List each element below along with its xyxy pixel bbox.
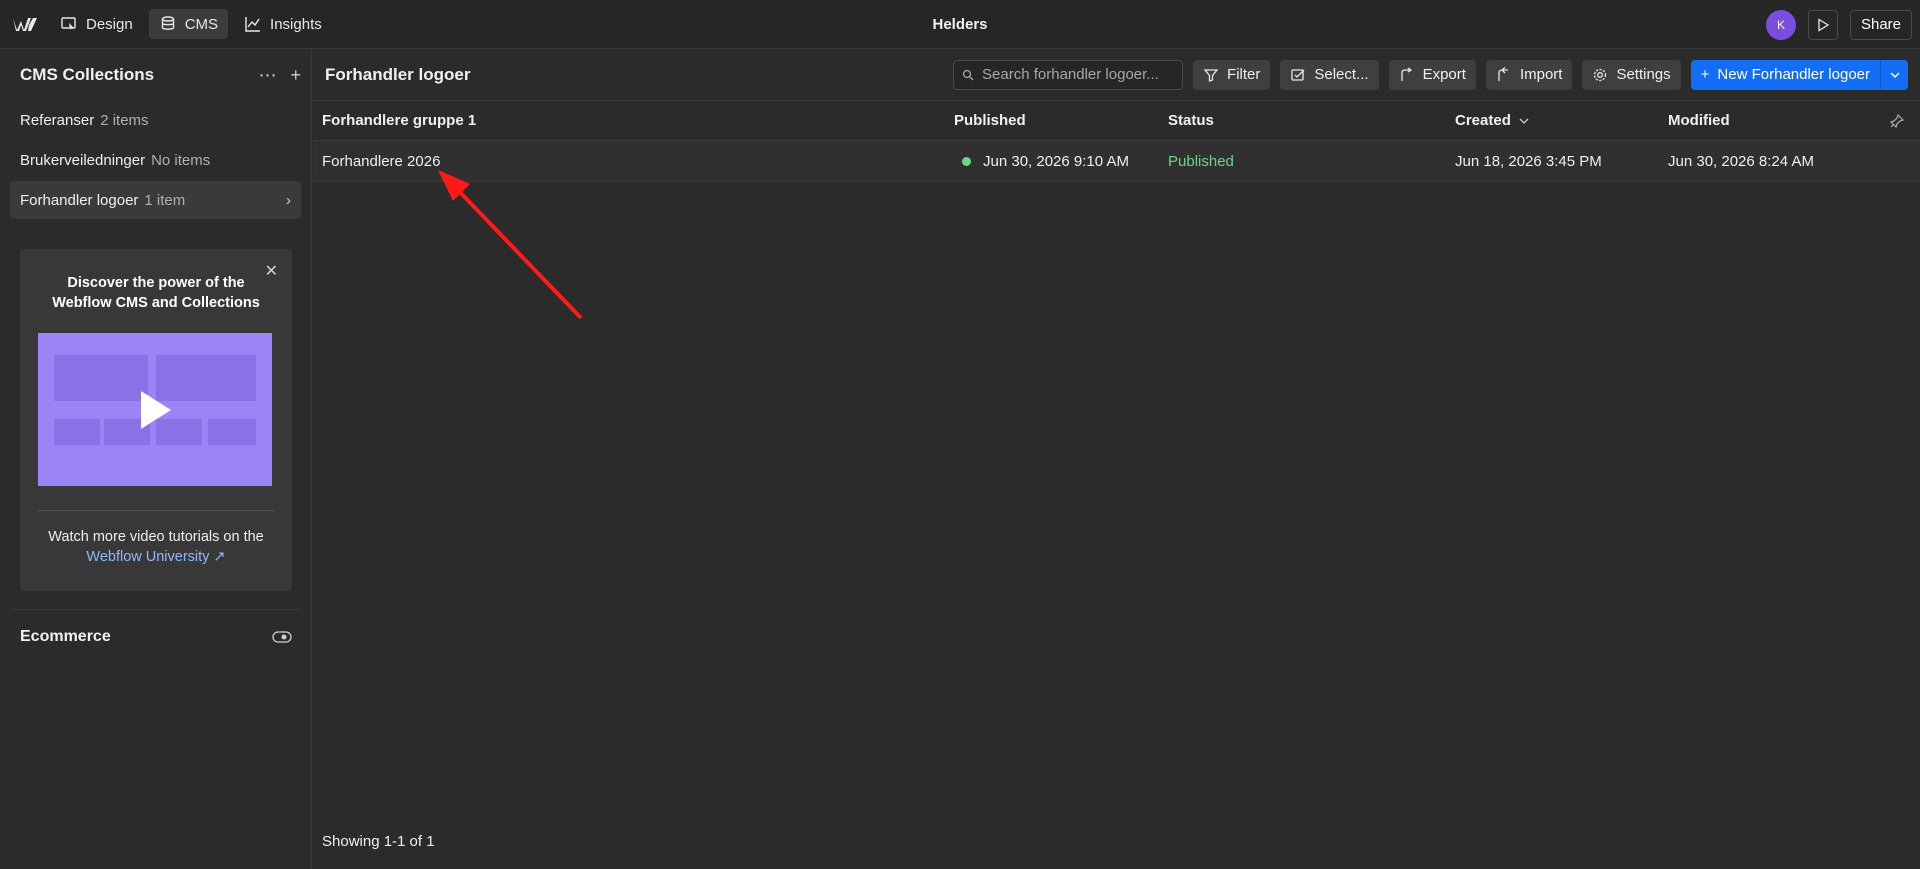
divider	[10, 609, 302, 610]
sidebar: CMS Collections ⋯ + Referanser 2 items B…	[0, 49, 312, 869]
modified-date: Jun 30, 2026 8:24 AM	[1668, 152, 1814, 170]
table-row[interactable]: Forhandlere 2026 Jun 30, 2026 9:10 AM Pu…	[313, 141, 1920, 182]
tab-design-label: Design	[86, 15, 133, 33]
search-input[interactable]: Search forhandler logoer...	[953, 59, 1184, 90]
import-icon	[1498, 66, 1508, 81]
database-icon	[161, 16, 174, 30]
column-header-modified[interactable]: Modified	[1668, 112, 1730, 129]
status-badge: Published	[1168, 152, 1234, 170]
select-button[interactable]: Select...	[1280, 59, 1379, 90]
import-label: Import	[1519, 66, 1563, 83]
items-table: Forhandlere gruppe 1 Published Status Cr…	[313, 101, 1920, 182]
sidebar-title: CMS Collections	[20, 65, 155, 84]
close-icon[interactable]: ✕	[265, 261, 278, 281]
tab-cms-label: CMS	[184, 15, 219, 33]
created-date: Jun 18, 2026 3:45 PM	[1455, 152, 1602, 170]
collection-count: 1 item	[144, 191, 186, 209]
import-button[interactable]: Import	[1485, 59, 1573, 90]
tab-insights[interactable]: Insights	[234, 9, 332, 39]
column-header-published[interactable]: Published	[954, 112, 1026, 129]
published-dot-icon	[962, 156, 971, 166]
video-thumbnail[interactable]	[38, 333, 272, 486]
export-label: Export	[1422, 66, 1466, 83]
search-placeholder: Search forhandler logoer...	[982, 66, 1159, 83]
preview-button[interactable]	[1807, 9, 1838, 40]
checkbox-icon	[1291, 68, 1305, 81]
item-name[interactable]: Forhandlere 2026	[322, 153, 440, 170]
select-label: Select...	[1314, 66, 1369, 83]
chevron-right-icon: ›	[286, 191, 291, 209]
published-date: Jun 30, 2026 9:10 AM	[983, 152, 1129, 170]
settings-button[interactable]: Settings	[1582, 59, 1681, 90]
new-item-button[interactable]: + New Forhandler logoer	[1690, 59, 1880, 90]
design-icon	[61, 17, 76, 30]
avatar[interactable]: K	[1765, 9, 1796, 40]
filter-button[interactable]: Filter	[1193, 59, 1271, 90]
plus-icon: +	[1700, 66, 1710, 83]
collection-item-forhandler-logoer[interactable]: Forhandler logoer 1 item ›	[10, 181, 301, 219]
export-icon	[1400, 66, 1412, 81]
ecommerce-title: Ecommerce	[20, 628, 111, 645]
filter-label: Filter	[1227, 66, 1261, 83]
collection-title: Forhandler logoer	[325, 64, 471, 84]
chevron-down-icon	[1890, 72, 1899, 78]
play-icon[interactable]	[141, 391, 171, 429]
pin-icon[interactable]	[1890, 113, 1904, 128]
new-item-dropdown[interactable]	[1880, 59, 1908, 90]
more-icon[interactable]: ⋯	[258, 65, 276, 86]
export-button[interactable]: Export	[1388, 59, 1476, 90]
collection-item-referanser[interactable]: Referanser 2 items	[10, 101, 301, 139]
promo-title: Discover the power of the Webflow CMS an…	[52, 275, 260, 311]
chevron-down-icon	[1519, 118, 1529, 124]
promo-body: Watch more video tutorials on the	[48, 529, 264, 545]
share-button[interactable]: Share	[1849, 9, 1912, 40]
promo-card: ✕ Discover the power of the Webflow CMS …	[20, 249, 292, 591]
gear-icon	[1594, 68, 1607, 81]
new-item-button-group: + New Forhandler logoer	[1690, 59, 1908, 90]
filter-icon	[1203, 68, 1219, 82]
toolbar: Forhandler logoer Search forhandler logo…	[313, 49, 1920, 101]
collection-name: Referanser	[20, 111, 95, 129]
settings-label: Settings	[1616, 66, 1671, 83]
chart-line-icon	[245, 17, 261, 32]
webflow-logo-icon[interactable]	[0, 0, 50, 49]
collection-name: Forhandler logoer	[20, 191, 139, 209]
column-header-created[interactable]: Created	[1455, 112, 1529, 129]
collection-count: No items	[151, 151, 211, 169]
collection-item-brukerveiledninger[interactable]: Brukerveiledninger No items	[10, 141, 301, 179]
divider	[38, 510, 274, 511]
promo-text: Watch more video tutorials on the Webflo…	[38, 527, 274, 567]
search-icon	[962, 69, 974, 80]
pagination-status: Showing 1-1 of 1	[322, 833, 435, 850]
play-icon	[1818, 17, 1830, 32]
collection-name: Brukerveiledninger	[20, 151, 146, 169]
eye-icon[interactable]	[272, 630, 292, 644]
add-icon[interactable]: +	[290, 65, 301, 86]
webflow-university-link[interactable]: Webflow University ↗	[86, 549, 225, 565]
published-cell: Jun 30, 2026 9:10 AM	[954, 153, 1129, 170]
ecommerce-section: Ecommerce	[20, 625, 292, 649]
table-header: Forhandlere gruppe 1 Published Status Cr…	[313, 101, 1920, 141]
tab-cms[interactable]: CMS	[148, 9, 229, 39]
collection-count: 2 items	[100, 111, 149, 129]
new-item-label: New Forhandler logoer	[1717, 66, 1870, 83]
main-panel: Forhandler logoer Search forhandler logo…	[313, 49, 1920, 869]
created-label: Created	[1455, 112, 1511, 129]
top-bar: Design CMS Insights Helders K Share	[0, 0, 1920, 49]
column-header-status[interactable]: Status	[1168, 112, 1214, 129]
tab-insights-label: Insights	[270, 15, 322, 33]
tab-design[interactable]: Design	[50, 9, 143, 39]
column-header-name[interactable]: Forhandlere gruppe 1	[322, 112, 476, 129]
